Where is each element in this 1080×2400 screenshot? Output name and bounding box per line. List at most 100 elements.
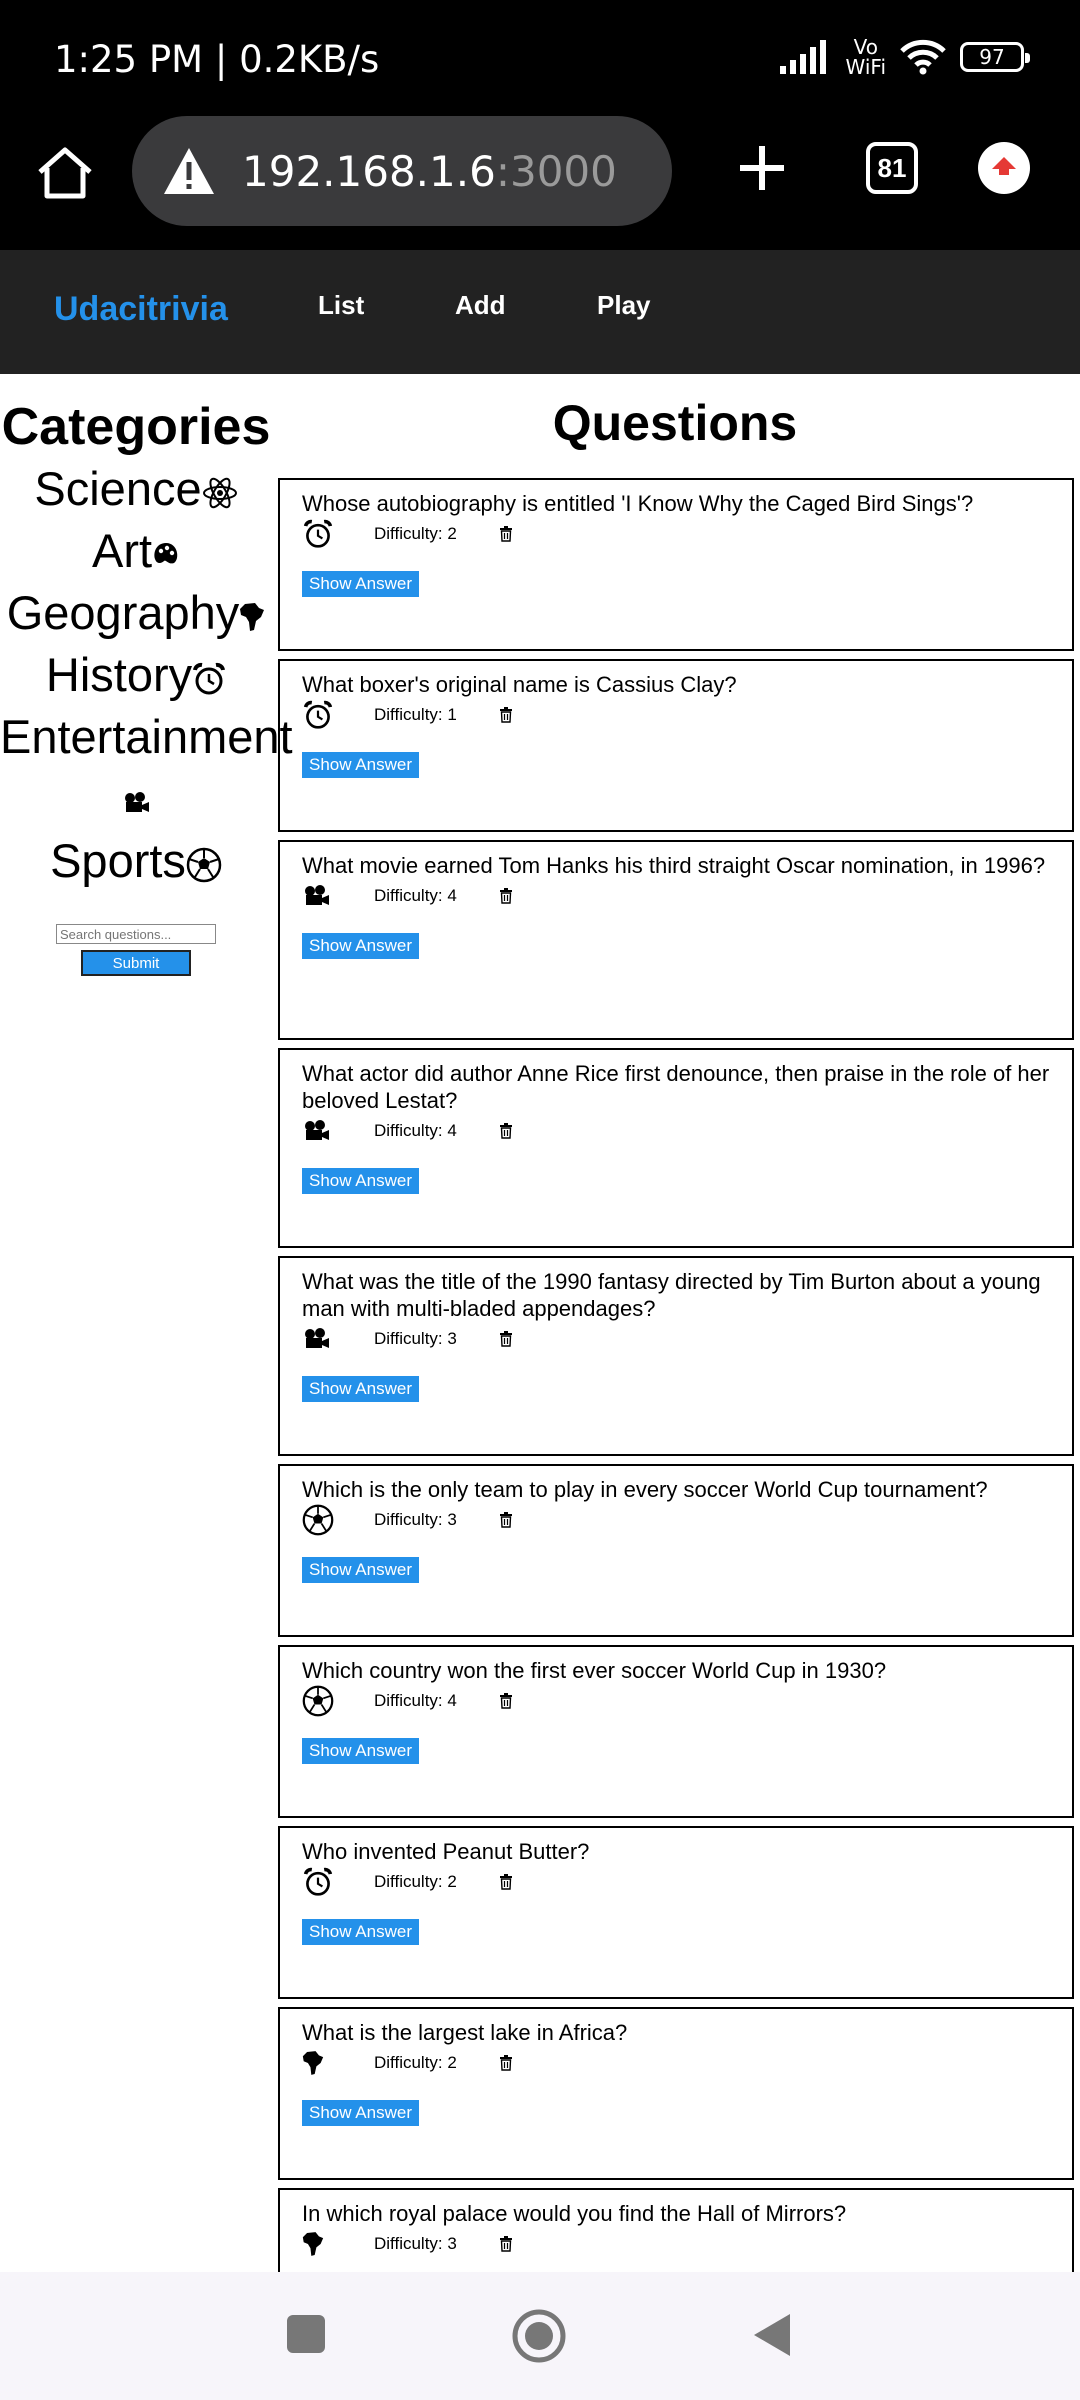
show-answer-button[interactable]: Show Answer: [302, 1376, 419, 1402]
atom-icon: [202, 477, 237, 508]
film-camera-icon: [305, 1328, 329, 1348]
category-icon: [302, 1116, 334, 1146]
search-input[interactable]: [56, 924, 216, 944]
category-sports[interactable]: Sports: [0, 830, 272, 892]
difficulty-label: Difficulty: 3: [374, 2234, 457, 2253]
upload-icon[interactable]: [978, 142, 1030, 194]
question-list: Whose autobiography is entitled 'I Know …: [278, 478, 1074, 2336]
trash-icon[interactable]: [499, 888, 513, 904]
question-text: Who invented Peanut Butter?: [302, 1839, 590, 1864]
difficulty-label: Difficulty: 1: [374, 705, 457, 724]
question-card: What boxer's original name is Cassius Cl…: [278, 659, 1074, 832]
show-answer-button[interactable]: Show Answer: [302, 933, 419, 959]
show-answer-button[interactable]: Show Answer: [302, 752, 419, 778]
question-card: Which country won the first ever soccer …: [278, 1645, 1074, 1818]
question-meta: Difficulty: 1: [302, 700, 1050, 730]
alarm-clock-icon: [303, 519, 333, 548]
category-geography[interactable]: Geography: [0, 582, 272, 644]
new-tab-plus-icon[interactable]: [732, 138, 792, 198]
question-card: Whose autobiography is entitled 'I Know …: [278, 478, 1074, 651]
soccer-ball-icon: [302, 1504, 334, 1536]
question-card: What was the title of the 1990 fantasy d…: [278, 1256, 1074, 1456]
wifi-icon: [900, 39, 946, 75]
alarm-clock-icon: [303, 700, 333, 729]
vowifi-icon: Vo WiFi: [845, 35, 887, 79]
trash-icon[interactable]: [499, 526, 513, 542]
tab-switcher-button[interactable]: 81: [866, 142, 918, 194]
alarm-clock-icon: [193, 662, 226, 695]
question-text: Whose autobiography is entitled 'I Know …: [302, 491, 974, 516]
question-meta: Difficulty: 4: [302, 881, 1050, 911]
warning-icon[interactable]: [162, 146, 216, 196]
categories-heading: Categories: [1, 398, 271, 456]
nav-link-play[interactable]: Play: [597, 290, 651, 321]
soccer-ball-icon: [302, 1685, 334, 1717]
show-answer-button[interactable]: Show Answer: [302, 1168, 419, 1194]
question-text: What boxer's original name is Cassius Cl…: [302, 672, 737, 697]
brand-logo[interactable]: Udacitrivia: [54, 290, 228, 329]
difficulty-label: Difficulty: 3: [374, 1510, 457, 1529]
app-navbar: Udacitrivia List Add Play: [0, 250, 1080, 374]
home-circle-icon[interactable]: [511, 2308, 567, 2364]
show-answer-button[interactable]: Show Answer: [302, 1557, 419, 1583]
show-answer-button[interactable]: Show Answer: [302, 571, 419, 597]
back-icon[interactable]: [752, 2312, 792, 2358]
question-card: What movie earned Tom Hanks his third st…: [278, 840, 1074, 1040]
category-icon: [302, 2048, 334, 2078]
categories-sidebar: Categories Science Art Geography History…: [0, 374, 293, 976]
category-icon: [302, 1867, 334, 1897]
battery-indicator: 97: [960, 42, 1030, 72]
palette-icon: [154, 542, 178, 563]
questions-heading: Questions: [552, 395, 798, 451]
address-bar[interactable]: 192.168.1.6:3000: [132, 116, 672, 226]
home-icon[interactable]: [34, 142, 96, 204]
trash-icon[interactable]: [499, 1874, 513, 1890]
difficulty-label: Difficulty: 4: [374, 1121, 457, 1140]
question-text: What is the largest lake in Africa?: [302, 2020, 628, 2045]
question-text: What movie earned Tom Hanks his third st…: [302, 853, 1046, 878]
question-text: In which royal palace would you find the…: [302, 2201, 847, 2226]
show-answer-button[interactable]: Show Answer: [302, 2100, 419, 2126]
question-meta: Difficulty: 3: [302, 2229, 1050, 2259]
system-nav-bar: [0, 2272, 1080, 2400]
question-meta: Difficulty: 4: [302, 1116, 1050, 1146]
question-card: What actor did author Anne Rice first de…: [278, 1048, 1074, 1248]
recents-icon[interactable]: [286, 2314, 326, 2354]
difficulty-label: Difficulty: 2: [374, 524, 457, 543]
trash-icon[interactable]: [499, 1123, 513, 1139]
trash-icon[interactable]: [499, 1512, 513, 1528]
category-art[interactable]: Art: [0, 520, 272, 582]
trash-icon[interactable]: [499, 1331, 513, 1347]
arrow-up-icon: [992, 157, 1016, 175]
soccer-ball-icon: [186, 847, 222, 882]
category-icon: [302, 1504, 334, 1536]
trash-icon[interactable]: [499, 707, 513, 723]
status-time: 1:25 PM | 0.2KB/s: [54, 38, 380, 81]
difficulty-label: Difficulty: 3: [374, 1329, 457, 1348]
difficulty-label: Difficulty: 2: [374, 2053, 457, 2072]
category-science[interactable]: Science: [0, 458, 272, 520]
show-answer-button[interactable]: Show Answer: [302, 1738, 419, 1764]
category-icon: [302, 881, 334, 911]
trash-icon[interactable]: [499, 1693, 513, 1709]
difficulty-label: Difficulty: 4: [374, 1691, 457, 1710]
question-text: Which country won the first ever soccer …: [302, 1658, 887, 1683]
trash-icon[interactable]: [499, 2236, 513, 2252]
url-text[interactable]: 192.168.1.6:3000: [242, 147, 617, 196]
question-meta: Difficulty: 2: [302, 1867, 1050, 1897]
trash-icon[interactable]: [499, 2055, 513, 2071]
category-history[interactable]: History: [0, 644, 272, 706]
africa-icon: [302, 2051, 324, 2075]
submit-button[interactable]: Submit: [81, 950, 191, 976]
question-meta: Difficulty: 4: [302, 1685, 1050, 1717]
category-icon: [302, 519, 334, 549]
nav-link-list[interactable]: List: [318, 290, 364, 321]
nav-link-add[interactable]: Add: [455, 290, 506, 321]
difficulty-label: Difficulty: 2: [374, 1872, 457, 1891]
show-answer-button[interactable]: Show Answer: [302, 1919, 419, 1945]
question-text: What was the title of the 1990 fantasy d…: [302, 1269, 1041, 1321]
category-entertainment[interactable]: Entertainment: [0, 706, 293, 830]
question-text: What actor did author Anne Rice first de…: [302, 1061, 1050, 1113]
film-camera-icon: [125, 792, 149, 812]
category-icon: [302, 1685, 334, 1717]
